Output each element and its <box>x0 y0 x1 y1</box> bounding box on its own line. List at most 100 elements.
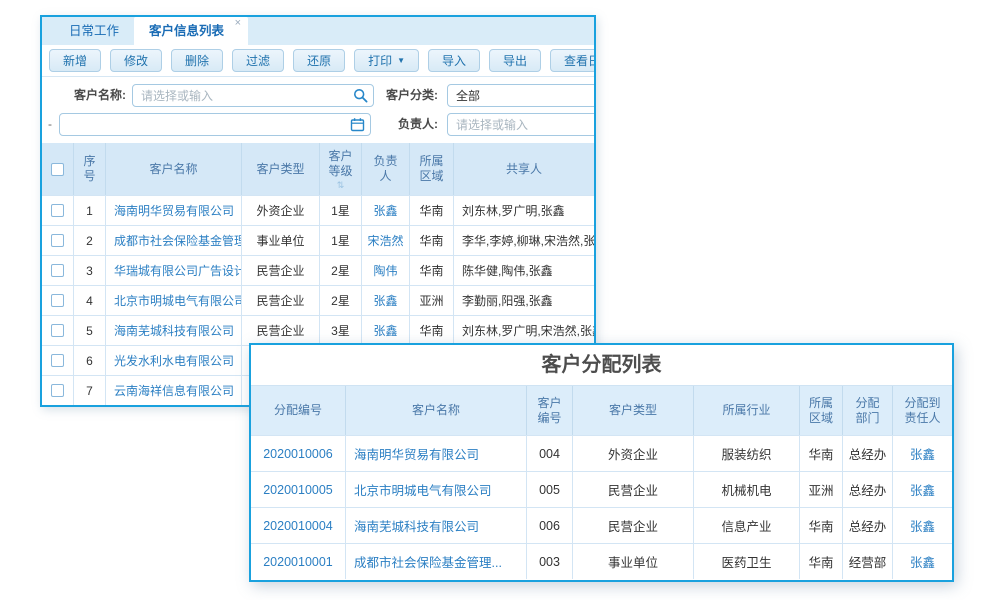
table-row: 5 海南芜城科技有限公司 民营企业 3星 张鑫 华南 刘东林,罗广明,宋浩然,张… <box>42 315 594 345</box>
row-index: 3 <box>74 256 106 285</box>
owner-link[interactable]: 张鑫 <box>362 286 410 315</box>
customer-level: 2星 <box>320 286 362 315</box>
customer-name-link[interactable]: 成都市社会保险基金管理... <box>106 226 242 255</box>
table-row: 1 海南明华贸易有限公司 外资企业 1星 张鑫 华南 刘东林,罗广明,张鑫 <box>42 195 594 225</box>
filter-button[interactable]: 过滤 <box>232 49 284 72</box>
header-customer-no: 客户编号 <box>527 386 573 435</box>
customer-no: 005 <box>527 472 573 507</box>
table-row: 4 北京市明城电气有限公司 民营企业 2星 张鑫 亚洲 李勤丽,阳强,张鑫 <box>42 285 594 315</box>
allocation-row: 2020010005 北京市明城电气有限公司 005 民营企业 机械机电 亚洲 … <box>251 471 952 507</box>
allocation-table-header: 分配编号 客户名称 客户编号 客户类型 所属行业 所属区域 分配部门 分配到责任… <box>251 385 952 435</box>
import-button[interactable]: 导入 <box>428 49 480 72</box>
header-owner: 负责人 <box>362 143 410 195</box>
shared-people: 李勤丽,阳强,张鑫 <box>454 286 594 315</box>
customer-name-link[interactable]: 北京市明城电气有限公司 <box>346 472 527 507</box>
industry: 信息产业 <box>694 508 800 543</box>
row-checkbox[interactable] <box>51 384 64 397</box>
date-input[interactable] <box>59 113 371 136</box>
customer-name-link[interactable]: 海南芜城科技有限公司 <box>346 508 527 543</box>
region: 华南 <box>410 226 454 255</box>
owner-link[interactable]: 张鑫 <box>362 196 410 225</box>
assignee-link[interactable]: 张鑫 <box>893 472 952 507</box>
customer-name-link[interactable]: 光发水利水电有限公司 <box>106 346 242 375</box>
edit-button[interactable]: 修改 <box>110 49 162 72</box>
alloc-no-link[interactable]: 2020010005 <box>251 472 346 507</box>
customer-type: 民营企业 <box>573 472 694 507</box>
dept: 总经办 <box>843 436 893 471</box>
sort-icon[interactable]: ⇅ <box>337 181 345 190</box>
owner-label: 负责人: <box>372 113 438 136</box>
alloc-no-link[interactable]: 2020010001 <box>251 544 346 579</box>
header-select-all <box>42 143 74 195</box>
view-log-button[interactable]: 查看日志 <box>550 49 596 72</box>
assignee-link[interactable]: 张鑫 <box>893 436 952 471</box>
chevron-down-icon: ▼ <box>397 56 405 65</box>
add-button[interactable]: 新增 <box>49 49 101 72</box>
assignee-link[interactable]: 张鑫 <box>893 544 952 579</box>
close-icon[interactable]: × <box>235 17 241 30</box>
customer-name-input[interactable] <box>132 84 374 107</box>
table-row: 3 华瑞城有限公司广告设计部 民营企业 2星 陶伟 华南 陈华健,陶伟,张鑫 <box>42 255 594 285</box>
assignee-link[interactable]: 张鑫 <box>893 508 952 543</box>
owner-field <box>447 113 596 136</box>
owner-input[interactable] <box>447 113 596 136</box>
region: 华南 <box>800 508 843 543</box>
customer-level: 2星 <box>320 256 362 285</box>
industry: 医药卫生 <box>694 544 800 579</box>
customer-type: 外资企业 <box>242 196 320 225</box>
row-index: 7 <box>74 376 106 405</box>
customer-name-link[interactable]: 成都市社会保险基金管理... <box>346 544 527 579</box>
toolbar: 新增 修改 删除 过滤 还原 打印 ▼ 导入 导出 查看日志 <box>42 45 594 77</box>
customer-category-select[interactable] <box>447 84 596 107</box>
region: 亚洲 <box>800 472 843 507</box>
row-checkbox[interactable] <box>51 324 64 337</box>
alloc-no-link[interactable]: 2020010004 <box>251 508 346 543</box>
dept: 总经办 <box>843 508 893 543</box>
region: 华南 <box>410 196 454 225</box>
header-customer-level[interactable]: 客户等级 ⇅ <box>320 143 362 195</box>
restore-button[interactable]: 还原 <box>293 49 345 72</box>
header-dept: 分配部门 <box>843 386 893 435</box>
owner-link[interactable]: 张鑫 <box>362 316 410 345</box>
print-label: 打印 <box>368 52 392 69</box>
customer-type: 事业单位 <box>573 544 694 579</box>
owner-link[interactable]: 陶伟 <box>362 256 410 285</box>
row-index: 5 <box>74 316 106 345</box>
customer-type: 外资企业 <box>573 436 694 471</box>
filter-area: 客户名称: 客户分类: - <box>42 77 594 143</box>
customer-type: 民营企业 <box>573 508 694 543</box>
row-checkbox[interactable] <box>51 294 64 307</box>
export-button[interactable]: 导出 <box>489 49 541 72</box>
date-range-dash: - <box>48 113 52 136</box>
row-checkbox[interactable] <box>51 204 64 217</box>
tab-daily-work[interactable]: 日常工作 <box>54 17 134 45</box>
customer-name-link[interactable]: 云南海祥信息有限公司 <box>106 376 242 405</box>
row-checkbox[interactable] <box>51 264 64 277</box>
tab-bar: 日常工作 客户信息列表 × <box>42 17 594 45</box>
region: 华南 <box>410 256 454 285</box>
print-button[interactable]: 打印 ▼ <box>354 49 419 72</box>
select-all-checkbox[interactable] <box>51 163 64 176</box>
tab-label: 客户信息列表 <box>149 24 224 38</box>
customer-name-link[interactable]: 海南芜城科技有限公司 <box>106 316 242 345</box>
customer-name-link[interactable]: 海南明华贸易有限公司 <box>106 196 242 225</box>
customer-name-field <box>132 84 374 107</box>
row-checkbox[interactable] <box>51 354 64 367</box>
tab-customer-info-list[interactable]: 客户信息列表 × <box>134 17 248 45</box>
customer-name-link[interactable]: 海南明华贸易有限公司 <box>346 436 527 471</box>
header-assignee: 分配到责任人 <box>893 386 952 435</box>
customer-name-link[interactable]: 北京市明城电气有限公司 <box>106 286 242 315</box>
customer-name-label: 客户名称: <box>56 84 126 107</box>
header-alloc-no: 分配编号 <box>251 386 346 435</box>
calendar-icon[interactable] <box>350 117 365 132</box>
owner-link[interactable]: 宋浩然 <box>362 226 410 255</box>
customer-name-link[interactable]: 华瑞城有限公司广告设计部 <box>106 256 242 285</box>
customer-allocation-panel: 客户分配列表 分配编号 客户名称 客户编号 客户类型 所属行业 所属区域 分配部… <box>249 343 954 582</box>
alloc-no-link[interactable]: 2020010006 <box>251 436 346 471</box>
customer-no: 006 <box>527 508 573 543</box>
customer-category-label: 客户分类: <box>362 84 438 107</box>
table-row: 2 成都市社会保险基金管理... 事业单位 1星 宋浩然 华南 李华,李婷,柳琳… <box>42 225 594 255</box>
delete-button[interactable]: 删除 <box>171 49 223 72</box>
row-checkbox[interactable] <box>51 234 64 247</box>
header-customer-type: 客户类型 <box>242 143 320 195</box>
